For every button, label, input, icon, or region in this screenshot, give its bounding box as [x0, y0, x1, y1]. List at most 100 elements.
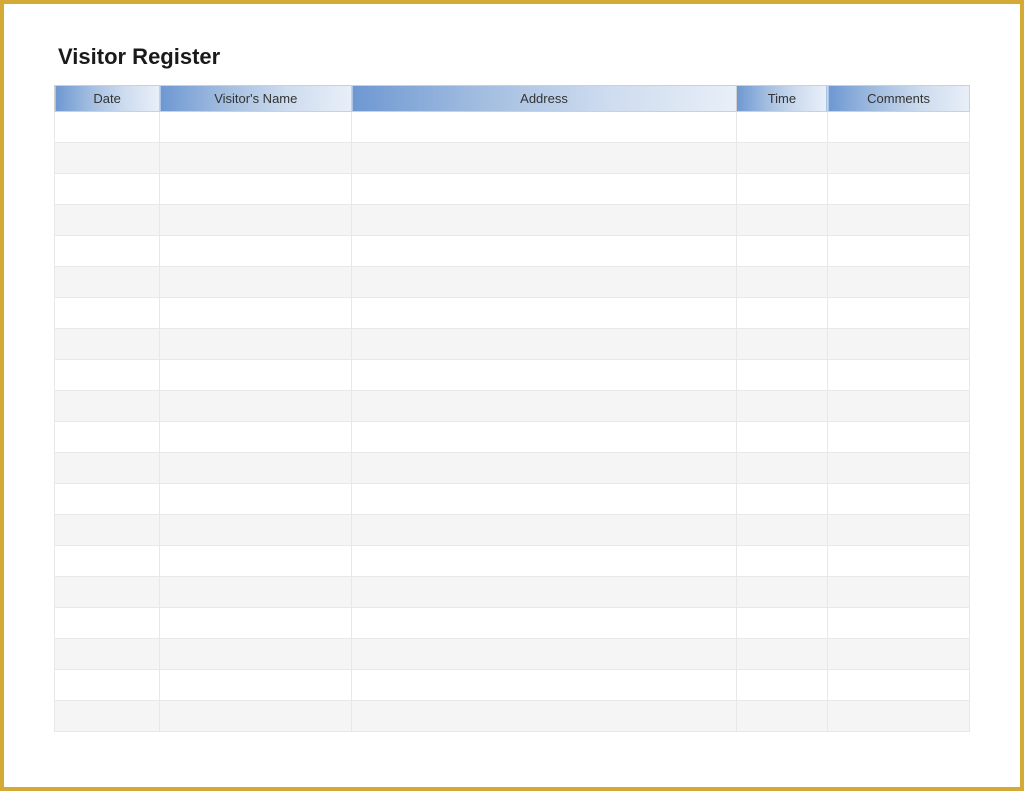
table-cell[interactable] — [55, 453, 160, 484]
table-cell[interactable] — [160, 701, 352, 732]
table-cell[interactable] — [736, 112, 828, 143]
table-cell[interactable] — [736, 360, 828, 391]
table-cell[interactable] — [55, 112, 160, 143]
table-cell[interactable] — [736, 577, 828, 608]
table-cell[interactable] — [352, 205, 736, 236]
table-cell[interactable] — [352, 236, 736, 267]
table-cell[interactable] — [736, 639, 828, 670]
table-cell[interactable] — [55, 360, 160, 391]
table-cell[interactable] — [160, 670, 352, 701]
table-cell[interactable] — [828, 608, 970, 639]
table-cell[interactable] — [352, 329, 736, 360]
table-cell[interactable] — [828, 515, 970, 546]
table-cell[interactable] — [828, 670, 970, 701]
table-cell[interactable] — [828, 267, 970, 298]
table-cell[interactable] — [828, 577, 970, 608]
table-cell[interactable] — [352, 422, 736, 453]
table-cell[interactable] — [55, 174, 160, 205]
table-cell[interactable] — [160, 329, 352, 360]
table-cell[interactable] — [828, 143, 970, 174]
table-cell[interactable] — [828, 360, 970, 391]
table-cell[interactable] — [736, 701, 828, 732]
table-cell[interactable] — [55, 143, 160, 174]
table-cell[interactable] — [736, 515, 828, 546]
table-cell[interactable] — [55, 608, 160, 639]
table-cell[interactable] — [736, 608, 828, 639]
table-cell[interactable] — [736, 484, 828, 515]
table-cell[interactable] — [55, 546, 160, 577]
table-cell[interactable] — [160, 205, 352, 236]
table-cell[interactable] — [828, 391, 970, 422]
table-cell[interactable] — [55, 639, 160, 670]
table-cell[interactable] — [352, 453, 736, 484]
table-cell[interactable] — [55, 391, 160, 422]
table-cell[interactable] — [828, 453, 970, 484]
table-cell[interactable] — [352, 639, 736, 670]
table-cell[interactable] — [828, 298, 970, 329]
table-cell[interactable] — [736, 267, 828, 298]
table-cell[interactable] — [160, 143, 352, 174]
table-cell[interactable] — [55, 484, 160, 515]
table-cell[interactable] — [160, 639, 352, 670]
table-cell[interactable] — [160, 174, 352, 205]
table-cell[interactable] — [828, 112, 970, 143]
table-cell[interactable] — [352, 701, 736, 732]
table-cell[interactable] — [828, 329, 970, 360]
table-cell[interactable] — [160, 360, 352, 391]
table-cell[interactable] — [352, 267, 736, 298]
table-cell[interactable] — [352, 360, 736, 391]
table-cell[interactable] — [160, 515, 352, 546]
table-cell[interactable] — [352, 515, 736, 546]
table-cell[interactable] — [160, 298, 352, 329]
table-cell[interactable] — [736, 546, 828, 577]
table-cell[interactable] — [736, 422, 828, 453]
table-cell[interactable] — [352, 577, 736, 608]
table-cell[interactable] — [828, 236, 970, 267]
table-cell[interactable] — [736, 670, 828, 701]
table-cell[interactable] — [160, 577, 352, 608]
table-cell[interactable] — [736, 453, 828, 484]
table-cell[interactable] — [736, 143, 828, 174]
table-cell[interactable] — [828, 484, 970, 515]
table-cell[interactable] — [352, 546, 736, 577]
table-cell[interactable] — [160, 422, 352, 453]
table-cell[interactable] — [352, 112, 736, 143]
table-cell[interactable] — [55, 422, 160, 453]
table-cell[interactable] — [736, 174, 828, 205]
table-cell[interactable] — [55, 701, 160, 732]
table-cell[interactable] — [160, 391, 352, 422]
table-cell[interactable] — [828, 205, 970, 236]
table-cell[interactable] — [828, 639, 970, 670]
table-cell[interactable] — [352, 484, 736, 515]
table-cell[interactable] — [160, 546, 352, 577]
table-cell[interactable] — [352, 608, 736, 639]
table-cell[interactable] — [736, 236, 828, 267]
table-cell[interactable] — [828, 174, 970, 205]
table-cell[interactable] — [352, 143, 736, 174]
table-cell[interactable] — [160, 112, 352, 143]
table-cell[interactable] — [160, 608, 352, 639]
table-cell[interactable] — [828, 546, 970, 577]
table-cell[interactable] — [160, 267, 352, 298]
table-cell[interactable] — [160, 453, 352, 484]
table-cell[interactable] — [55, 515, 160, 546]
table-cell[interactable] — [55, 267, 160, 298]
table-cell[interactable] — [736, 298, 828, 329]
table-cell[interactable] — [352, 670, 736, 701]
table-cell[interactable] — [55, 329, 160, 360]
table-cell[interactable] — [55, 205, 160, 236]
table-cell[interactable] — [352, 391, 736, 422]
table-cell[interactable] — [160, 236, 352, 267]
table-cell[interactable] — [55, 670, 160, 701]
table-cell[interactable] — [160, 484, 352, 515]
table-cell[interactable] — [352, 174, 736, 205]
table-cell[interactable] — [736, 205, 828, 236]
table-cell[interactable] — [55, 298, 160, 329]
table-cell[interactable] — [828, 701, 970, 732]
table-cell[interactable] — [55, 577, 160, 608]
table-cell[interactable] — [828, 422, 970, 453]
table-cell[interactable] — [352, 298, 736, 329]
table-cell[interactable] — [55, 236, 160, 267]
table-cell[interactable] — [736, 329, 828, 360]
table-cell[interactable] — [736, 391, 828, 422]
